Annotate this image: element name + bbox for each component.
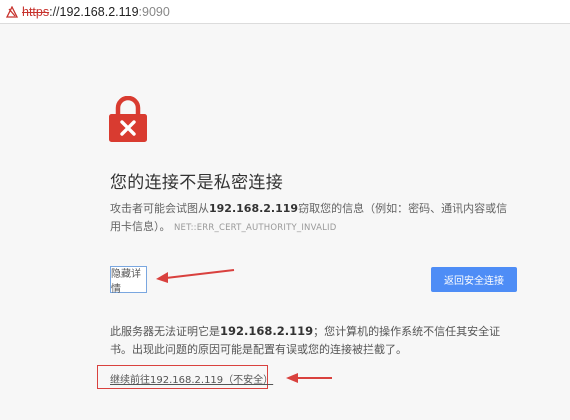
url-port: :9090 bbox=[138, 4, 170, 19]
url-scheme: https bbox=[22, 4, 50, 19]
address-bar[interactable]: https://192.168.2.119:9090 bbox=[0, 0, 570, 24]
url-host: 192.168.2.119 bbox=[59, 4, 139, 19]
explanation-host: 192.168.2.119 bbox=[220, 324, 314, 338]
annotation-arrow-icon bbox=[286, 373, 332, 383]
proceed-unsafe-link[interactable]: 继续前往192.168.2.119（不安全） bbox=[110, 371, 273, 386]
description-host: 192.168.2.119 bbox=[209, 202, 299, 215]
error-description: 攻击者可能会试图从192.168.2.119窃取您的信息（例如：密码、通讯内容或… bbox=[110, 200, 510, 237]
details-explanation: 此服务器无法证明它是192.168.2.119；您计算机的操作系统不信任其安全证… bbox=[110, 322, 522, 359]
annotation-arrow-icon bbox=[156, 269, 235, 283]
explanation-prefix: 此服务器无法证明它是 bbox=[110, 325, 220, 338]
error-code: NET::ERR_CERT_AUTHORITY_INVALID bbox=[174, 223, 337, 233]
url-separator: :// bbox=[49, 4, 60, 19]
back-to-safety-button[interactable]: 返回安全连接 bbox=[431, 267, 517, 292]
page-title: 您的连接不是私密连接 bbox=[110, 173, 283, 192]
lock-error-icon bbox=[109, 96, 147, 142]
not-secure-icon bbox=[6, 5, 18, 18]
hide-details-button[interactable]: 隐藏详情 bbox=[110, 266, 147, 295]
description-prefix: 攻击者可能会试图从 bbox=[110, 202, 209, 215]
